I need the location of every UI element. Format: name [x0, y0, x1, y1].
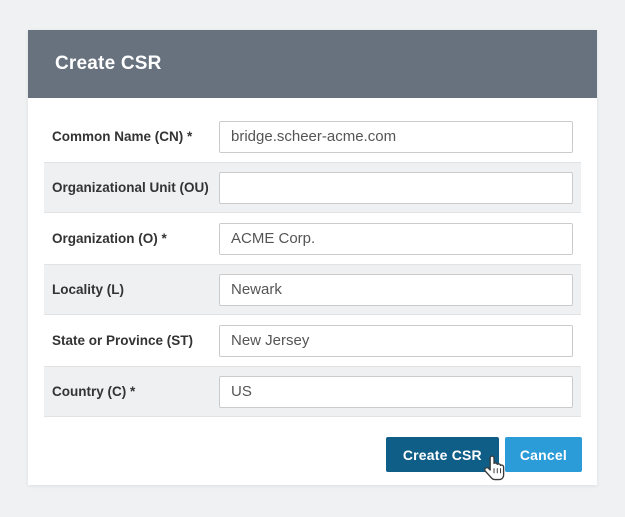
dialog-header: Create CSR — [28, 30, 597, 98]
common-name-input[interactable] — [219, 121, 573, 153]
organizational-unit-input[interactable] — [219, 172, 573, 204]
csr-form: Common Name (CN) * Organizational Unit (… — [28, 98, 597, 417]
dialog-footer: Create CSR Cancel — [28, 417, 597, 485]
cancel-button[interactable]: Cancel — [505, 437, 582, 472]
field-row-country: Country (C) * — [44, 366, 581, 417]
locality-input[interactable] — [219, 274, 573, 306]
field-row-common-name: Common Name (CN) * — [44, 111, 581, 162]
dialog-title: Create CSR — [55, 53, 162, 75]
state-or-province-label: State or Province (ST) — [52, 333, 219, 348]
organization-label: Organization (O) * — [52, 231, 219, 246]
country-label: Country (C) * — [52, 384, 219, 399]
create-csr-dialog: Create CSR Common Name (CN) * Organizati… — [28, 30, 597, 485]
create-csr-button[interactable]: Create CSR — [386, 437, 499, 472]
state-or-province-input[interactable] — [219, 325, 573, 357]
common-name-label: Common Name (CN) * — [52, 129, 219, 144]
field-row-locality: Locality (L) — [44, 264, 581, 315]
organizational-unit-label: Organizational Unit (OU) — [52, 180, 219, 195]
field-row-organizational-unit: Organizational Unit (OU) — [44, 162, 581, 213]
field-row-state-or-province: State or Province (ST) — [44, 315, 581, 366]
organization-input[interactable] — [219, 223, 573, 255]
country-input[interactable] — [219, 376, 573, 408]
field-row-organization: Organization (O) * — [44, 213, 581, 264]
locality-label: Locality (L) — [52, 282, 219, 297]
